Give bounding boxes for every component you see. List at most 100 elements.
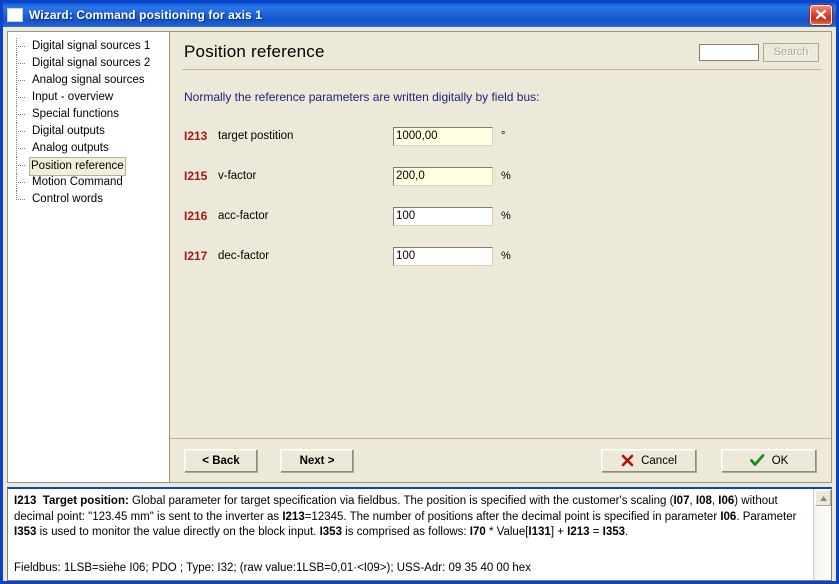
tree-twig [16, 131, 25, 133]
parameter-row-i217: I217 dec-factor % [170, 246, 831, 266]
help-ref-i06: I06 [718, 495, 735, 507]
parameter-row-i215: I215 v-factor % [170, 166, 831, 186]
help-text: I213 Target position: Global parameter f… [8, 489, 831, 541]
help-ref-i353-a: I353 [14, 526, 37, 538]
parameter-label: v-factor [218, 170, 257, 182]
help-ref-i213-b: I213 [567, 526, 590, 538]
sidebar-item-digital-signal-sources-2[interactable]: Digital signal sources 2 [8, 55, 169, 72]
tree-twig [16, 63, 25, 65]
help-body-6: is comprised as follows: [341, 526, 470, 538]
parameter-unit: % [501, 170, 511, 182]
sidebar-item-label: Motion Command [32, 176, 123, 188]
help-ref-i353-b: I353 [319, 526, 342, 538]
sidebar-item-input-overview[interactable]: Input - overview [8, 89, 169, 106]
cancel-button[interactable]: Cancel [601, 448, 697, 473]
red-x-icon [621, 454, 634, 467]
page-title: Position reference [184, 42, 325, 61]
wizard-content: Digital signal sources 1 Digital signal … [7, 31, 832, 483]
parameter-code: I216 [184, 209, 208, 223]
sidebar-item-analog-signal-sources[interactable]: Analog signal sources [8, 72, 169, 89]
navigation-tree[interactable]: Digital signal sources 1 Digital signal … [8, 32, 170, 482]
wizard-button-bar: < Back Next > Cancel OK [170, 438, 831, 482]
main-panel: Position reference Search Normally the r… [170, 32, 831, 482]
help-body-8: ] + [550, 526, 568, 538]
sidebar-item-analog-outputs[interactable]: Analog outputs [8, 140, 169, 157]
help-body-10: . [625, 526, 629, 538]
title-bar: Wizard: Command positioning for axis 1 [3, 3, 836, 27]
parameter-value-input-i213[interactable] [393, 126, 493, 146]
wizard-window: Wizard: Command positioning for axis 1 D… [0, 0, 839, 584]
help-ref-i06-b: I06 [720, 510, 737, 523]
parameter-value-input-i217[interactable] [393, 246, 493, 266]
sidebar-item-label: Special functions [32, 108, 119, 120]
help-ref-i353-c: I353 [602, 526, 626, 538]
tree-twig [16, 199, 25, 201]
window-icon [7, 8, 23, 22]
sidebar-item-label: Input - overview [32, 91, 114, 103]
tree-twig [16, 148, 25, 150]
help-panel: I213 Target position: Global parameter f… [7, 487, 832, 581]
search-button[interactable]: Search [763, 42, 819, 62]
parameter-row-i216: I216 acc-factor % [170, 206, 831, 226]
sidebar-item-label: Digital outputs [32, 125, 105, 137]
help-scrollbar[interactable] [813, 489, 831, 580]
parameter-row-i213: I213 target postition ° [170, 126, 831, 146]
green-check-icon [749, 454, 765, 467]
help-body-4: . Parameter [736, 510, 797, 523]
sidebar-item-position-reference[interactable]: Position reference [8, 157, 169, 176]
parameter-code: I217 [184, 249, 208, 263]
sidebar-item-label: Analog signal sources [32, 74, 145, 86]
search-input[interactable] [699, 43, 759, 61]
parameter-list: I213 target postition ° I215 v-factor % … [170, 104, 831, 438]
close-x-glyph [815, 9, 827, 20]
back-button[interactable]: < Back [184, 448, 258, 473]
window-title: Wizard: Command positioning for axis 1 [29, 8, 263, 22]
parameter-label: dec-factor [218, 250, 270, 262]
help-title-code: I213 [14, 495, 37, 507]
help-ref-i08: I08 [695, 495, 712, 507]
help-ref-i07: I07 [673, 495, 690, 507]
parameter-unit: % [501, 210, 511, 222]
tree-twig [16, 46, 25, 48]
parameter-value-input-i215[interactable] [393, 166, 493, 186]
sidebar-item-motion-command[interactable]: Motion Command [8, 174, 169, 191]
panel-header: Position reference Search [170, 32, 831, 62]
scroll-up-arrow-icon[interactable] [815, 490, 831, 506]
help-body-9: = [589, 526, 603, 538]
help-body-7: * Value[ [485, 526, 529, 538]
sidebar-item-label: Digital signal sources 1 [32, 40, 151, 52]
tree-twig [16, 165, 25, 167]
scroll-up-arrow-glyph [819, 495, 827, 501]
sidebar-item-digital-signal-sources-1[interactable]: Digital signal sources 1 [8, 38, 169, 55]
ok-button[interactable]: OK [721, 448, 817, 473]
parameter-label: target postition [218, 130, 294, 142]
parameter-code: I215 [184, 169, 208, 183]
tree-twig [16, 114, 25, 116]
cancel-button-label: Cancel [641, 454, 677, 467]
sidebar-item-label: Analog outputs [32, 142, 109, 154]
sidebar-item-label: Digital signal sources 2 [32, 57, 151, 69]
tree-twig [16, 97, 25, 99]
tree-twig [16, 182, 25, 184]
intro-text: Normally the reference parameters are wr… [184, 90, 540, 104]
help-ref-i213-a: I213 [282, 510, 305, 523]
parameter-value-input-i216[interactable] [393, 206, 493, 226]
tree-twig [16, 80, 25, 82]
help-ref-i131: I131 [528, 526, 551, 538]
help-body-5: is used to monitor the value directly on… [36, 526, 320, 538]
sidebar-item-special-functions[interactable]: Special functions [8, 106, 169, 123]
close-icon[interactable] [810, 5, 832, 25]
help-ref-i70: I70 [469, 526, 486, 538]
sidebar-item-control-words[interactable]: Control words [8, 191, 169, 208]
ok-button-label: OK [771, 454, 789, 467]
sidebar-item-digital-outputs[interactable]: Digital outputs [8, 123, 169, 140]
parameter-code: I213 [184, 129, 208, 143]
help-title-text: Target position: [42, 495, 129, 507]
fieldbus-info: Fieldbus: 1LSB=siehe I06; PDO ; Type: I3… [14, 562, 531, 574]
help-body-3: =12345. The number of positions after th… [304, 510, 721, 523]
window-client-area: Digital signal sources 1 Digital signal … [3, 27, 836, 581]
parameter-label: acc-factor [218, 210, 269, 222]
help-body-1: Global parameter for target specificatio… [128, 495, 674, 507]
next-button[interactable]: Next > [280, 448, 354, 473]
sidebar-item-label: Control words [32, 193, 103, 205]
